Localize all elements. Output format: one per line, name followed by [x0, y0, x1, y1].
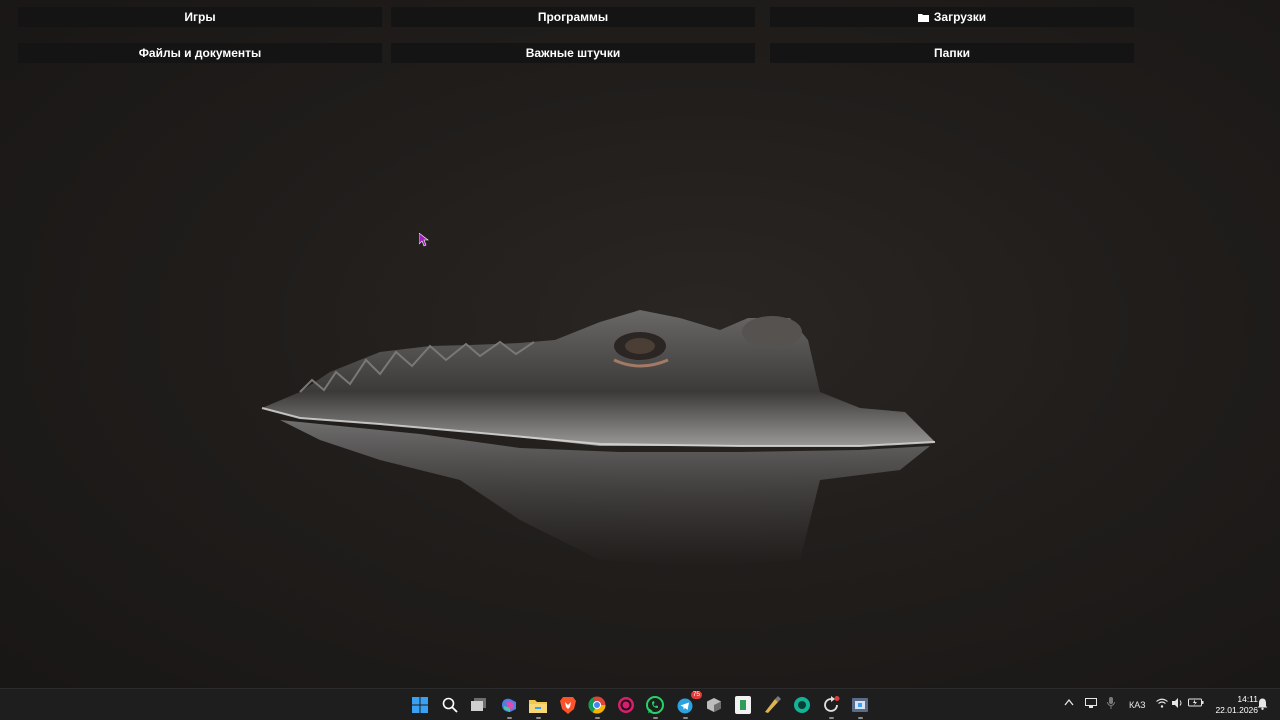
- microsoft-365-icon: [502, 698, 516, 712]
- chrome-button[interactable]: [585, 693, 609, 719]
- app-brush-icon: [765, 696, 781, 713]
- windows-start-icon: [412, 697, 428, 713]
- app-tool-button[interactable]: [848, 693, 872, 719]
- fence-downloads[interactable]: Загрузки: [770, 7, 1134, 27]
- file-explorer-icon: [529, 699, 547, 713]
- fence-files-docs[interactable]: Файлы и документы: [18, 43, 382, 63]
- device-icon: [1085, 698, 1097, 708]
- input-language-label: КАЗ: [1129, 700, 1146, 710]
- clock-time: 14:11: [1237, 694, 1258, 704]
- microphone-button[interactable]: [1107, 697, 1115, 711]
- start-button[interactable]: [408, 693, 432, 717]
- chrome-icon: [588, 696, 606, 714]
- wifi-button[interactable]: [1156, 698, 1168, 710]
- running-indicator: [536, 717, 541, 719]
- fence-games-label: Игры: [184, 10, 216, 24]
- whatsapp-icon: [646, 696, 664, 714]
- brave-browser-icon: [560, 697, 576, 714]
- running-indicator: [507, 717, 512, 719]
- volume-icon: [1172, 698, 1182, 708]
- notifications-button[interactable]: [1257, 698, 1268, 712]
- brave-browser-button[interactable]: [556, 693, 580, 717]
- fence-programs[interactable]: Программы: [391, 7, 755, 27]
- app-circle-button[interactable]: [614, 693, 638, 717]
- app-cube-button[interactable]: [702, 693, 726, 717]
- microphone-icon: [1107, 697, 1115, 709]
- telegram-button[interactable]: 75: [673, 691, 702, 719]
- taskbar: 75 КАЗ 14:11 22.01.2026: [0, 688, 1280, 720]
- fence-programs-label: Программы: [537, 10, 609, 24]
- search-icon: [442, 697, 458, 713]
- volume-button[interactable]: [1172, 698, 1184, 710]
- fence-important-label: Важные штучки: [525, 46, 621, 60]
- fence-important[interactable]: Важные штучки: [391, 43, 755, 63]
- app-refresh-button[interactable]: [819, 693, 843, 719]
- app-teal-button[interactable]: [790, 693, 814, 717]
- show-hidden-icons-button[interactable]: [1064, 698, 1074, 708]
- fence-downloads-label: Загрузки: [933, 10, 987, 24]
- running-indicator: [653, 717, 658, 719]
- fence-folders[interactable]: Папки: [770, 43, 1134, 63]
- file-explorer-button[interactable]: [526, 693, 550, 719]
- folder-icon: [917, 13, 929, 22]
- search-button[interactable]: [438, 693, 462, 717]
- task-view-icon: [471, 698, 486, 711]
- desktop-wallpaper: [261, 310, 936, 566]
- app-circle-icon: [618, 697, 634, 713]
- input-language-button[interactable]: КАЗ: [1129, 700, 1146, 710]
- app-green-button[interactable]: [731, 693, 755, 717]
- running-indicator: [829, 717, 834, 719]
- app-brush-button[interactable]: [760, 693, 784, 717]
- chevron-up-icon: [1064, 698, 1074, 706]
- battery-button[interactable]: [1188, 697, 1204, 709]
- fence-files-docs-label: Файлы и документы: [138, 46, 262, 60]
- running-indicator: [683, 717, 688, 719]
- app-tool-icon: [852, 698, 868, 712]
- task-view-button[interactable]: [467, 693, 491, 717]
- tray-device-button[interactable]: [1085, 698, 1097, 711]
- bell-icon: [1257, 698, 1268, 710]
- unread-badge: 75: [690, 691, 702, 699]
- battery-charging-icon: [1188, 698, 1204, 707]
- mouse-cursor-icon: [419, 233, 429, 247]
- clock[interactable]: 14:11 22.01.2026: [1206, 694, 1258, 716]
- fence-games[interactable]: Игры: [18, 7, 382, 27]
- app-refresh-icon: [824, 696, 840, 712]
- clock-date: 22.01.2026: [1215, 705, 1258, 715]
- telegram-icon: [677, 698, 693, 714]
- app-cube-icon: [707, 698, 721, 712]
- microsoft-365-button[interactable]: [497, 693, 521, 719]
- app-teal-icon: [794, 697, 810, 713]
- running-indicator: [595, 717, 600, 719]
- wifi-icon: [1156, 698, 1168, 708]
- running-indicator: [858, 717, 863, 719]
- app-green-icon: [735, 696, 751, 714]
- fence-folders-label: Папки: [934, 46, 970, 60]
- whatsapp-button[interactable]: [643, 693, 667, 719]
